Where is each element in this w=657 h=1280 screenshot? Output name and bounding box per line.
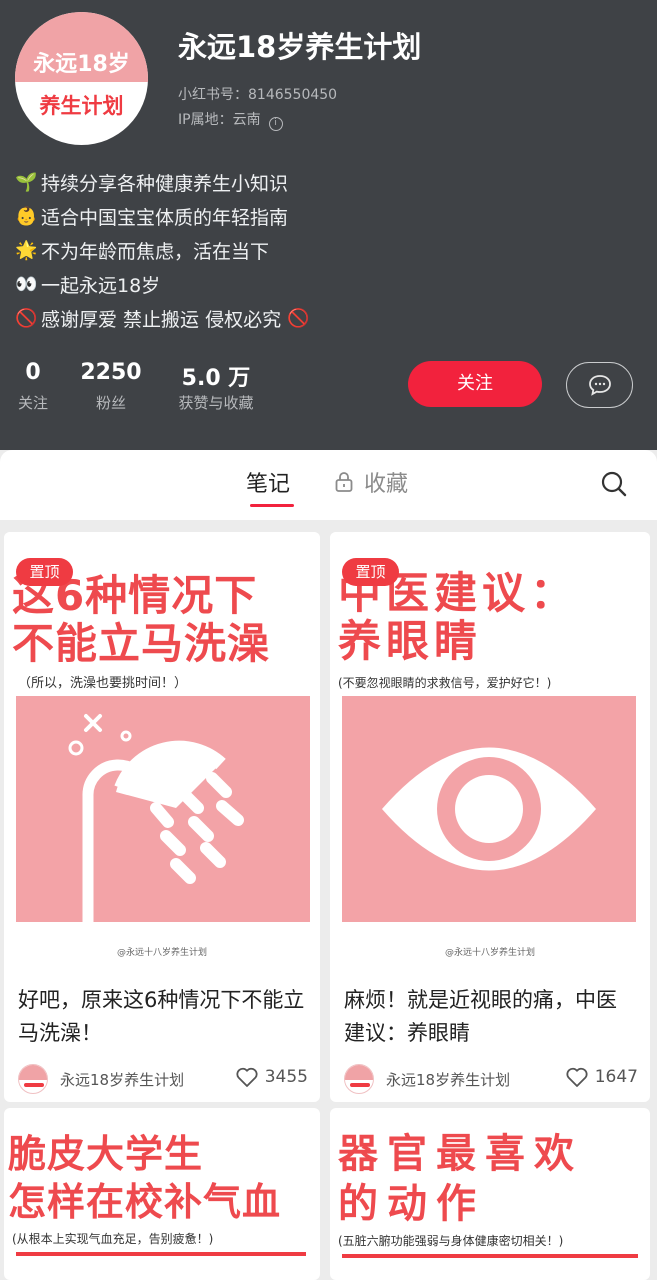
note-title: 麻烦！就是近视眼的痛，中医建议：养眼睛 <box>344 988 617 1045</box>
profile-header: 永远18岁 养生计划 永远18岁养生计划 小红书号：8146550450 IP属… <box>0 0 657 450</box>
cover-headline-line2: 的动作 <box>338 1181 485 1227</box>
follow-button[interactable]: 关注 <box>408 361 542 407</box>
profile-name: 永远18岁养生计划 <box>178 30 422 64</box>
cover-watermark: @永远十八岁养生计划 <box>444 948 535 958</box>
pinned-badge: 置顶 <box>16 558 73 586</box>
stat-label: 获赞与收藏 <box>178 394 254 412</box>
stat-value: 5.0 万 <box>181 366 251 391</box>
stat-label: 粉丝 <box>95 394 126 412</box>
bio-text: 适合中国宝宝体质的年轻指南 <box>41 206 289 229</box>
search-icon[interactable] <box>600 470 628 498</box>
eyes-icon: 👀 <box>15 273 38 295</box>
profile-bio: 🌱 持续分享各种健康养生小知识 👶 适合中国宝宝体质的年轻指南 🌟 不为年龄而焦… <box>15 165 313 335</box>
baby-icon: 👶 <box>15 205 38 227</box>
tab-collections-label: 收藏 <box>364 472 409 497</box>
cover-subtitle: (五脏六腑功能强弱与身体健康密切相关！) <box>338 1234 564 1248</box>
note-cover: 置顶 中医建议： 养眼睛 (不要忽视眼睛的求救信号，爱护好它！) @永远十八岁养… <box>330 532 650 972</box>
cover-headline-line2: 养眼睛 <box>338 617 482 667</box>
star-icon: 🌟 <box>15 239 38 261</box>
bio-text: 一起永远18岁 <box>41 274 161 297</box>
heart-icon <box>236 1067 258 1087</box>
avatar-text-line1: 永远18岁 <box>33 52 130 77</box>
author-name: 永远18岁养生计划 <box>386 1070 511 1089</box>
like-count: 3455 <box>264 1067 308 1087</box>
shower-icon <box>68 714 244 922</box>
prohibited-icon: 🚫 <box>287 307 310 329</box>
cover-headline-line1: 脆皮大学生 <box>8 1132 204 1176</box>
stat-followers[interactable]: 2250 粉丝 <box>80 360 142 413</box>
author-name: 永远18岁养生计划 <box>60 1070 185 1089</box>
profile-ip-location: IP属地：云南 i <box>178 109 283 131</box>
note-cover: 置顶 这6种情况下 不能立马洗澡 （所以，洗澡也要挑时间！） @永远十八岁养生计… <box>4 532 320 972</box>
cover-underline <box>16 1252 306 1256</box>
author-avatar <box>18 1064 48 1094</box>
note-card[interactable]: 置顶 这6种情况下 不能立马洗澡 （所以，洗澡也要挑时间！） @永远十八岁养生计… <box>4 532 320 1102</box>
bio-text: 感谢厚爱 禁止搬运 侵权必究 <box>41 308 282 331</box>
note-author[interactable]: 永远18岁养生计划 <box>344 1064 510 1094</box>
note-title: 好吧，原来这6种情况下不能立马洗澡！ <box>18 988 305 1045</box>
notes-grid: 置顶 这6种情况下 不能立马洗澡 （所以，洗澡也要挑时间！） @永远十八岁养生计… <box>0 520 657 1280</box>
active-tab-indicator <box>250 504 294 507</box>
cover-subtitle: (从根本上实现气血充足，告别疲惫！) <box>12 1232 214 1246</box>
cover-subtitle: (不要忽视眼睛的求救信号，爱护好它！) <box>338 676 552 690</box>
message-button[interactable] <box>566 362 633 408</box>
pinned-badge: 置顶 <box>342 558 399 586</box>
profile-tabbar: 笔记 收藏 <box>0 450 657 520</box>
like-count: 1647 <box>594 1067 638 1087</box>
like-button[interactable]: 3455 <box>235 1066 308 1088</box>
cover-subtitle: （所以，洗澡也要挑时间！） <box>18 676 188 691</box>
cover-underline <box>342 1254 638 1258</box>
bio-line: 🚫 感谢厚爱 禁止搬运 侵权必究 🚫 <box>15 301 313 335</box>
bio-text: 不为年龄而焦虑，活在当下 <box>41 240 270 263</box>
heart-icon <box>566 1067 588 1087</box>
note-card[interactable]: 置顶 中医建议： 养眼睛 (不要忽视眼睛的求救信号，爱护好它！) @永远十八岁养… <box>330 532 650 1102</box>
note-card[interactable]: 器官最喜欢 的动作 (五脏六腑功能强弱与身体健康密切相关！) <box>330 1108 650 1280</box>
profile-stats: 0 关注 2250 粉丝 5.0 万 获赞与收藏 <box>0 360 657 420</box>
tab-collections[interactable]: 收藏 <box>334 466 408 498</box>
stat-value: 2250 <box>80 360 142 385</box>
ip-location-text: IP属地：云南 <box>178 112 261 128</box>
stat-likes-collects[interactable]: 5.0 万 获赞与收藏 <box>168 360 264 413</box>
lock-icon <box>335 472 353 492</box>
stat-value: 0 <box>25 360 41 385</box>
like-button[interactable]: 1647 <box>565 1066 638 1088</box>
cover-illustration <box>342 696 636 922</box>
bio-line: 🌱 持续分享各种健康养生小知识 <box>15 165 313 199</box>
cover-watermark: @永远十八岁养生计划 <box>116 948 207 958</box>
seedling-icon: 🌱 <box>15 171 38 193</box>
avatar-text-line2: 养生计划 <box>39 94 124 118</box>
cover-headline-line1: 器官最喜欢 <box>338 1131 583 1177</box>
eye-icon <box>382 747 596 871</box>
info-icon[interactable]: i <box>268 117 283 131</box>
note-card[interactable]: 脆皮大学生 怎样在校补气血 (从根本上实现气血充足，告别疲惫！) <box>4 1108 320 1280</box>
cover-illustration <box>16 696 310 922</box>
note-author[interactable]: 永远18岁养生计划 <box>18 1064 184 1094</box>
cover-headline-line2: 怎样在校补气血 <box>8 1180 282 1224</box>
cover-headline-line2: 不能立马洗澡 <box>12 619 271 668</box>
author-avatar <box>344 1064 374 1094</box>
bio-line: 👶 适合中国宝宝体质的年轻指南 <box>15 199 313 233</box>
bio-line: 👀 一起永远18岁 <box>15 267 313 301</box>
profile-avatar[interactable]: 永远18岁 养生计划 <box>15 12 148 145</box>
bio-text: 持续分享各种健康养生小知识 <box>41 172 289 195</box>
bio-line: 🌟 不为年龄而焦虑，活在当下 <box>15 233 313 267</box>
stat-following[interactable]: 0 关注 <box>14 360 52 413</box>
chat-bubble-icon <box>589 375 611 396</box>
prohibited-icon: 🚫 <box>15 307 38 329</box>
stat-label: 关注 <box>17 394 48 412</box>
profile-id: 小红书号：8146550450 <box>178 87 338 103</box>
tab-notes[interactable]: 笔记 <box>246 466 290 498</box>
